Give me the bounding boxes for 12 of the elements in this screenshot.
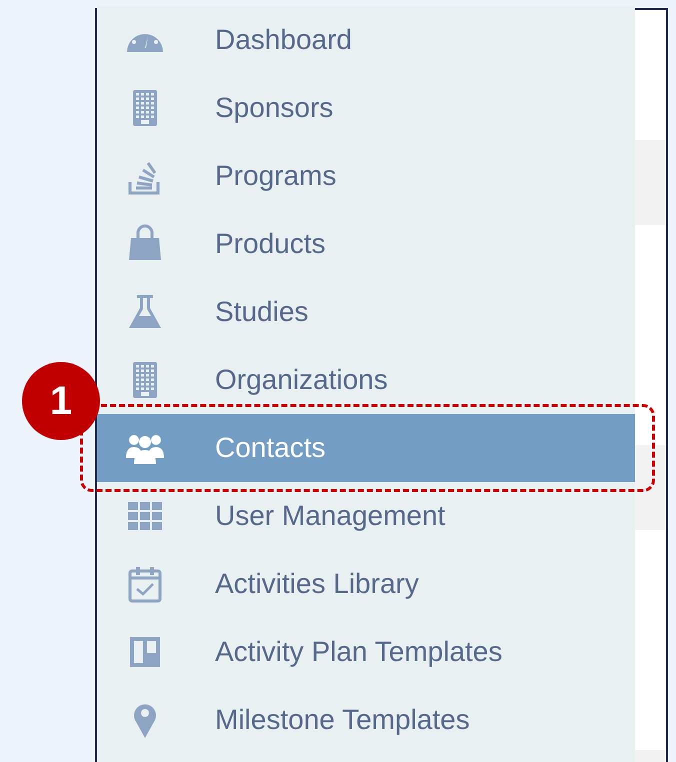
sidebar-item[interactable]: User Management [97,482,635,550]
sidebar-item[interactable]: Activity Plan Templates [97,618,635,686]
sidebar-item[interactable]: Organizations [97,346,635,414]
sidebar-item[interactable]: Products [97,210,635,278]
sidebar-item[interactable]: Studies [97,278,635,346]
sidebar-item[interactable]: Sponsors [97,74,635,142]
step-badge: 1 [22,362,100,440]
sidebar-item[interactable]: Programs [97,142,635,210]
sidebar-item[interactable]: Dashboard [97,6,635,74]
sidebar-item[interactable]: Contacts [97,414,635,482]
sidebar-item[interactable]: Activities Library [97,550,635,618]
sidebar-item[interactable]: Milestone Templates [97,686,635,754]
